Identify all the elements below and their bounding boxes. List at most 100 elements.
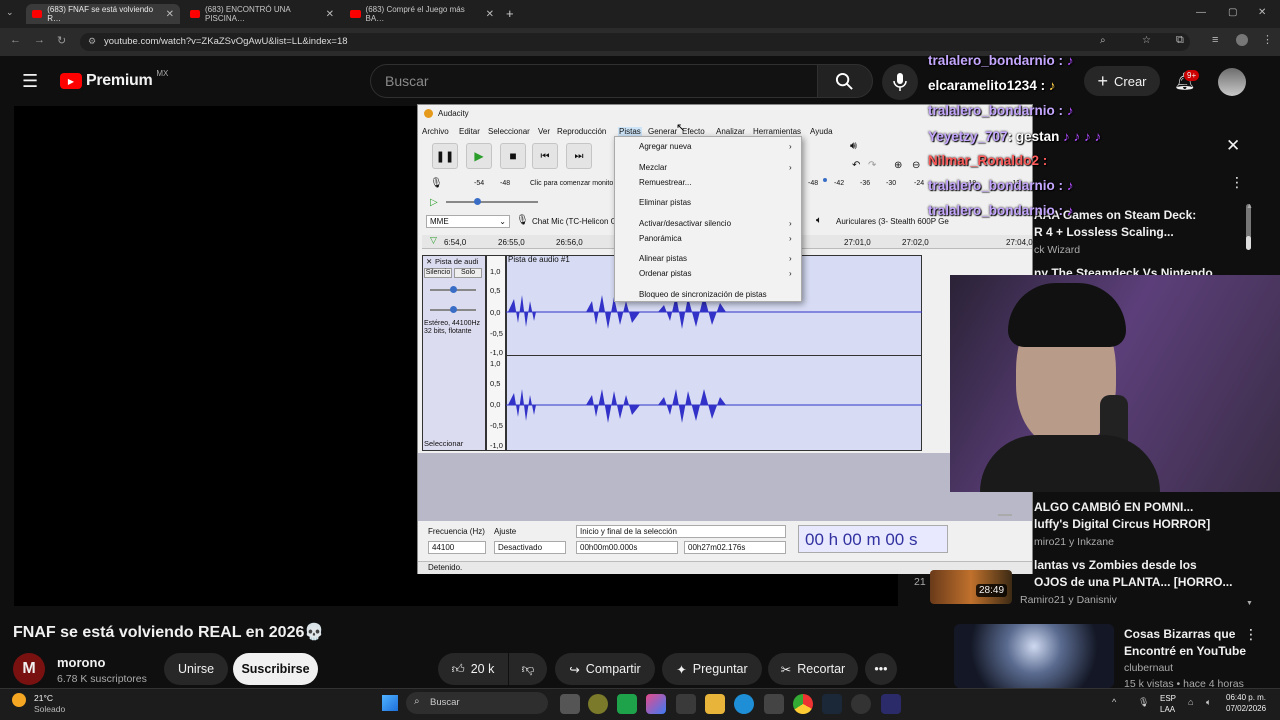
menu-efecto[interactable]: Efecto	[682, 127, 705, 136]
app-icon-2[interactable]	[617, 694, 637, 714]
reload-icon[interactable]: ↻	[57, 34, 66, 47]
sidebar-channel[interactable]: clubernaut	[1124, 662, 1173, 674]
menu-generar[interactable]: Generar	[648, 127, 677, 136]
menu-item-remuestrear[interactable]: Remuestrear...	[639, 178, 691, 187]
record-meter-hint[interactable]: Clic para comenzar monito	[530, 180, 613, 187]
browser-menu-icon[interactable]: ⋮	[1262, 33, 1273, 46]
menu-ver[interactable]: Ver	[538, 127, 550, 136]
menu-item-activar-silencio[interactable]: Activar/desactivar silencio	[639, 219, 731, 228]
mute-button[interactable]: Silencio	[424, 268, 452, 278]
sidebar-thumbnail[interactable]	[954, 624, 1114, 688]
menu-item-bloqueo-sincronizacion[interactable]: Bloqueo de sincronización de pistas	[639, 290, 767, 299]
clock-date[interactable]: 07/02/2026	[1226, 704, 1266, 713]
menu-seleccionar[interactable]: Seleccionar	[488, 127, 530, 136]
volume-icon[interactable]: 🔈︎	[1206, 697, 1211, 708]
menu-item-eliminar-pistas[interactable]: Eliminar pistas	[639, 198, 691, 207]
github-icon[interactable]	[851, 694, 871, 714]
extensions-icon[interactable]: ⧉	[1176, 34, 1184, 47]
minimize-window-icon[interactable]: —	[1196, 7, 1206, 18]
menu-item-ordenar-pistas[interactable]: Ordenar pistas	[639, 269, 691, 278]
bookmark-star-icon[interactable]: ☆	[1142, 35, 1151, 46]
like-button[interactable]: 👍︎ 20 k	[438, 653, 508, 685]
forward-icon[interactable]: →	[34, 34, 45, 46]
app-icon-1[interactable]	[588, 694, 608, 714]
playback-device-select[interactable]: Auriculares (3- Stealth 600P Ge	[836, 217, 949, 226]
more-actions-button[interactable]: •••	[865, 653, 897, 685]
scroll-down-icon[interactable]: ▼	[1246, 600, 1253, 607]
menu-item-agregar-nueva[interactable]: Agregar nueva	[639, 142, 691, 151]
search-input[interactable]: Buscar	[370, 64, 818, 98]
ask-button[interactable]: ✦ Preguntar	[662, 653, 762, 685]
volume-slider-thumb[interactable]	[823, 178, 827, 182]
join-button[interactable]: Unirse	[164, 653, 228, 685]
address-bar[interactable]: ⚙ youtube.com/watch?v=ZKaZSvOgAwU&list=L…	[80, 33, 1190, 51]
sidebar-more-icon[interactable]: ⋮	[1244, 626, 1258, 643]
sidebar-channel[interactable]: Ramiro21 y Danisniv	[1020, 594, 1117, 606]
rate-select[interactable]: 44100	[428, 541, 486, 554]
playlist-icon[interactable]: ≡	[1212, 34, 1218, 46]
app-icon-4[interactable]	[764, 694, 784, 714]
zoom-icon[interactable]: ⌕	[1100, 35, 1106, 46]
close-tab-icon[interactable]: ✕	[326, 9, 334, 20]
slider-thumb[interactable]	[474, 198, 481, 205]
menu-editar[interactable]: Editar	[459, 127, 480, 136]
track-name-button[interactable]: Pista de audi	[435, 257, 478, 266]
youtube-logo[interactable]: ▶ Premium MX	[60, 69, 168, 90]
sidebar-video-title[interactable]: ALGO CAMBIÓ EN POMNI...	[1034, 500, 1193, 514]
sidebar-video-title[interactable]: luffy's Digital Circus HORROR]	[1034, 517, 1210, 531]
pan-slider-thumb[interactable]	[450, 306, 457, 313]
tab-1[interactable]: (683) FNAF se está volviendo R… ✕	[26, 4, 180, 24]
scrollbar-thumb[interactable]	[1246, 236, 1251, 250]
selection-mode-select[interactable]: Inicio y final de la selección	[576, 525, 786, 538]
more-options-icon[interactable]: ⋮	[1230, 174, 1244, 191]
menu-ayuda[interactable]: Ayuda	[810, 127, 833, 136]
gain-slider-thumb[interactable]	[450, 286, 457, 293]
close-panel-icon[interactable]: ✕	[1226, 136, 1240, 156]
tab-3[interactable]: (683) Compré el Juego más BA… ✕	[344, 4, 500, 24]
audio-position-display[interactable]: 00 h 00 m 00 s	[798, 525, 948, 553]
menu-item-mezclar[interactable]: Mezclar	[639, 163, 667, 172]
chrome-icon[interactable]	[793, 694, 813, 714]
close-tab-icon[interactable]: ✕	[486, 9, 494, 20]
scroll-up-icon[interactable]: ▲	[1246, 203, 1253, 210]
channel-avatar[interactable]: M	[13, 653, 45, 685]
menu-item-panoramica[interactable]: Panorámica	[639, 234, 682, 243]
menu-pistas[interactable]: Pistas	[618, 127, 642, 136]
task-view-icon[interactable]	[560, 694, 580, 714]
network-icon[interactable]: ⌂	[1188, 697, 1193, 707]
steam-icon[interactable]	[822, 694, 842, 714]
sidebar-channel[interactable]: ck Wizard	[1034, 244, 1080, 256]
sidebar-video-title[interactable]: R 4 + Lossless Scaling...	[1034, 225, 1174, 239]
dislike-button[interactable]: 👎︎	[509, 653, 547, 685]
menu-item-alinear-pistas[interactable]: Alinear pistas	[639, 254, 687, 263]
pause-button[interactable]: ❚❚	[432, 143, 458, 169]
playback-speed-slider[interactable]	[446, 201, 538, 203]
zoom-in-icon[interactable]: ⊕	[894, 160, 902, 171]
audacity-taskbar-icon[interactable]	[881, 694, 901, 714]
sidebar-channel[interactable]: miro21 y Inkzane	[1034, 536, 1114, 548]
selection-end-time[interactable]: 00h27m02.176s	[684, 541, 786, 554]
skip-end-button[interactable]: ⏭︎	[566, 143, 592, 169]
close-window-icon[interactable]: ✕	[1258, 7, 1266, 18]
keyboard-layout[interactable]: LAA	[1160, 705, 1175, 714]
create-button[interactable]: + Crear	[1084, 66, 1160, 96]
stop-button[interactable]: ■	[500, 143, 526, 169]
maximize-window-icon[interactable]: ▢	[1228, 7, 1237, 18]
search-button[interactable]	[817, 64, 873, 98]
drag-handle-icon[interactable]	[998, 514, 1012, 516]
clock-time[interactable]: 06:40 p. m.	[1226, 693, 1266, 702]
menu-herramientas[interactable]: Herramientas	[753, 127, 801, 136]
host-select[interactable]: MME ⌄	[426, 215, 510, 228]
channel-name[interactable]: morono	[57, 655, 105, 670]
track-close-icon[interactable]: ✕	[426, 257, 432, 266]
sidebar-video-title[interactable]: Cosas Bizarras que	[1124, 627, 1235, 641]
undo-icon[interactable]: ↶	[852, 160, 860, 171]
empty-track-area[interactable]	[418, 453, 1032, 521]
site-info-icon[interactable]: ⚙	[88, 36, 96, 47]
sidebar-video-title[interactable]: OJOS de una PLANTA... [HORRO...	[1034, 575, 1232, 589]
play-button[interactable]: ▶	[466, 143, 492, 169]
weather-desc[interactable]: Soleado	[34, 704, 65, 714]
file-explorer-icon[interactable]	[705, 694, 725, 714]
selection-start-time[interactable]: 00h00m00.000s	[576, 541, 678, 554]
subscribe-button[interactable]: Suscribirse	[233, 653, 318, 685]
